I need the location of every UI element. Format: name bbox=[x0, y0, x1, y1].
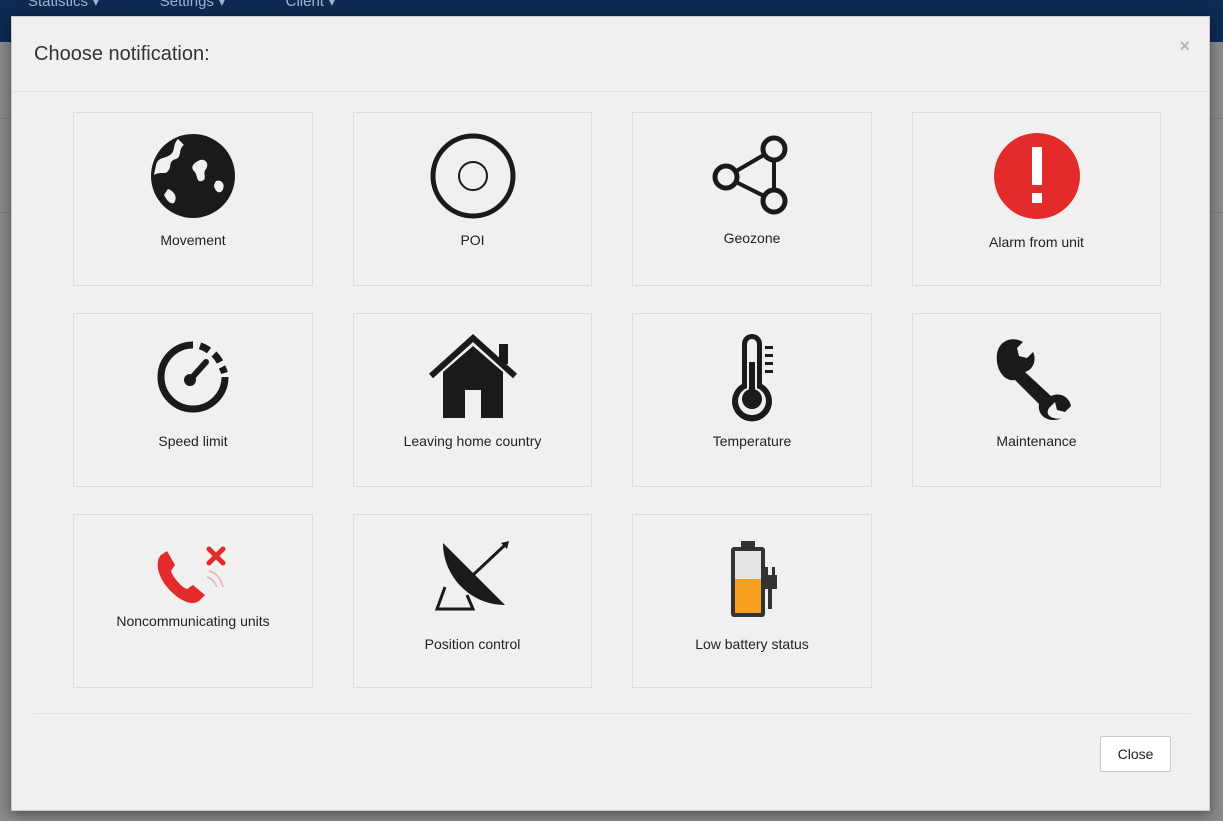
notification-modal: Choose notification: × Movement POI Geoz… bbox=[11, 16, 1210, 811]
tile-label: Position control bbox=[424, 636, 521, 652]
tile-label: Temperature bbox=[712, 433, 792, 449]
nav-settings[interactable]: Settings ▾ bbox=[160, 0, 226, 10]
tile-label: Speed limit bbox=[158, 433, 228, 449]
tile-speed-limit[interactable]: Speed limit bbox=[73, 313, 313, 487]
close-button[interactable]: Close bbox=[1100, 736, 1171, 772]
tile-position-control[interactable]: Position control bbox=[353, 514, 592, 688]
tile-movement[interactable]: Movement bbox=[73, 112, 313, 286]
modal-title: Choose notification: bbox=[34, 43, 210, 65]
modal-header: Choose notification: × bbox=[12, 17, 1209, 92]
tile-label: POI bbox=[460, 232, 485, 248]
geozone-icon bbox=[702, 131, 802, 221]
tile-label: Low battery status bbox=[695, 636, 809, 652]
tile-poi[interactable]: POI bbox=[353, 112, 592, 286]
tile-maintenance[interactable]: Maintenance bbox=[912, 313, 1161, 487]
tile-label: Noncommunicating units bbox=[116, 613, 270, 629]
globe-icon bbox=[143, 131, 243, 221]
phone-disconnected-icon bbox=[143, 533, 243, 623]
wrench-icon bbox=[987, 332, 1087, 422]
close-icon[interactable]: × bbox=[1179, 36, 1190, 56]
footer-divider bbox=[34, 713, 1190, 714]
app-nav: Statistics ▾ Settings ▾ Client ▾ bbox=[28, 0, 336, 10]
tile-leaving-home-country[interactable]: Leaving home country bbox=[353, 313, 592, 487]
battery-charging-icon bbox=[702, 533, 802, 623]
tile-geozone[interactable]: Geozone bbox=[632, 112, 872, 286]
nav-client[interactable]: Client ▾ bbox=[286, 0, 336, 10]
poi-icon bbox=[423, 131, 523, 221]
tile-alarm[interactable]: Alarm from unit bbox=[912, 112, 1161, 286]
tile-low-battery-status[interactable]: Low battery status bbox=[632, 514, 872, 688]
alarm-icon bbox=[987, 131, 1087, 221]
tile-label: Alarm from unit bbox=[989, 234, 1084, 250]
tile-noncommunicating-units[interactable]: Noncommunicating units bbox=[73, 514, 313, 688]
tile-label: Maintenance bbox=[996, 433, 1077, 449]
tile-label: Geozone bbox=[723, 230, 781, 246]
house-icon bbox=[423, 332, 523, 422]
speedometer-icon bbox=[143, 332, 243, 422]
tile-label: Leaving home country bbox=[403, 433, 542, 449]
thermometer-icon bbox=[702, 332, 802, 422]
nav-statistics[interactable]: Statistics ▾ bbox=[28, 0, 100, 10]
satellite-dish-icon bbox=[423, 533, 523, 623]
tile-label: Movement bbox=[160, 232, 226, 248]
tile-temperature[interactable]: Temperature bbox=[632, 313, 872, 487]
